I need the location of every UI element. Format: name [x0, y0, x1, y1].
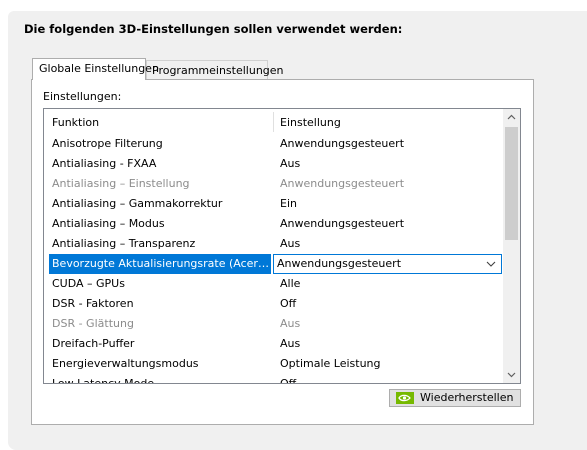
nvidia-logo-icon	[396, 392, 414, 404]
setting-value-dropdown[interactable]: Anwendungsgesteuert	[273, 254, 502, 274]
setting-name: Antialiasing – Gammakorrektur	[52, 197, 223, 210]
setting-name: CUDA – GPUs	[52, 277, 125, 290]
scrollbar-thumb[interactable]	[505, 127, 518, 240]
restore-button[interactable]: Wiederherstellen	[389, 389, 521, 407]
setting-name: Antialiasing - FXAA	[52, 157, 157, 170]
settings-rows: Anisotrope Filterung Anwendungsgesteuert A…	[44, 134, 504, 384]
vertical-scrollbar[interactable]	[503, 109, 520, 383]
setting-row[interactable]: Antialiasing - FXAA Aus	[44, 154, 504, 174]
scroll-up-button[interactable]	[503, 109, 520, 126]
setting-value[interactable]: Anwendungsgesteuert	[280, 134, 404, 154]
chevron-up-icon	[507, 114, 516, 120]
dropdown-selected-value: Anwendungsgesteuert	[277, 257, 402, 270]
column-header-funktion[interactable]: Funktion	[52, 109, 99, 134]
column-divider[interactable]	[273, 112, 274, 132]
setting-value[interactable]: Alle	[280, 274, 300, 294]
setting-value[interactable]: Aus	[280, 154, 300, 174]
setting-row[interactable]: Dreifach-Puffer Aus	[44, 334, 504, 354]
setting-row[interactable]: Low Latency Mode Off	[44, 374, 504, 384]
setting-name: DSR - Glättung	[52, 317, 134, 330]
setting-row[interactable]: CUDA – GPUs Alle	[44, 274, 504, 294]
setting-name: Anisotrope Filterung	[52, 137, 163, 150]
setting-value[interactable]: Anwendungsgesteuert	[280, 174, 404, 194]
setting-value[interactable]: Aus	[280, 234, 300, 254]
setting-row[interactable]: DSR - Glättung Aus	[44, 314, 504, 334]
chevron-down-icon	[507, 372, 516, 378]
setting-name: Antialiasing – Einstellung	[52, 177, 190, 190]
setting-row[interactable]: Antialiasing – Modus Anwendungsgesteuert	[44, 214, 504, 234]
restore-button-label: Wiederherstellen	[420, 391, 514, 404]
setting-row[interactable]: Anisotrope Filterung Anwendungsgesteuert	[44, 134, 504, 154]
chevron-down-icon[interactable]	[486, 255, 496, 273]
setting-name: DSR - Faktoren	[52, 297, 134, 310]
settings-grid: Funktion Einstellung Anisotrope Filterun…	[43, 108, 521, 384]
setting-name: Dreifach-Puffer	[52, 337, 135, 350]
setting-row[interactable]: Bevorzugte Aktualisierungsrate (Acer KG2…	[44, 254, 504, 274]
scroll-down-button[interactable]	[503, 366, 520, 383]
setting-name: Antialiasing – Transparenz	[52, 237, 196, 250]
setting-value[interactable]: Aus	[280, 334, 300, 354]
setting-value[interactable]: Ein	[280, 194, 297, 214]
setting-value[interactable]: Anwendungsgesteuert	[280, 214, 404, 234]
tab-programmeinstellungen[interactable]: Programmeinstellungen	[146, 60, 284, 80]
setting-value[interactable]: Optimale Leistung	[280, 354, 381, 374]
tab-globale-einstellungen[interactable]: Globale Einstellungen	[32, 58, 159, 80]
setting-name: Low Latency Mode	[52, 377, 155, 384]
setting-row[interactable]: DSR - Faktoren Off	[44, 294, 504, 314]
setting-name: Bevorzugte Aktualisierungsrate (Acer KG2…	[49, 254, 271, 274]
setting-name: Energieverwaltungsmodus	[52, 357, 199, 370]
setting-name: Antialiasing – Modus	[52, 217, 165, 230]
section-heading: Die folgenden 3D-Einstellungen sollen ve…	[24, 22, 403, 36]
setting-row[interactable]: Antialiasing – Transparenz Aus	[44, 234, 504, 254]
setting-row[interactable]: Energieverwaltungsmodus Optimale Leistung	[44, 354, 504, 374]
setting-value[interactable]: Off	[280, 374, 296, 383]
setting-value[interactable]: Aus	[280, 314, 300, 334]
setting-value[interactable]: Off	[280, 294, 296, 314]
setting-row[interactable]: Antialiasing – Gammakorrektur Ein	[44, 194, 504, 214]
column-header-einstellung[interactable]: Einstellung	[280, 109, 341, 134]
settings-label: Einstellungen:	[43, 90, 122, 103]
setting-row[interactable]: Antialiasing – Einstellung Anwendungsgest…	[44, 174, 504, 194]
